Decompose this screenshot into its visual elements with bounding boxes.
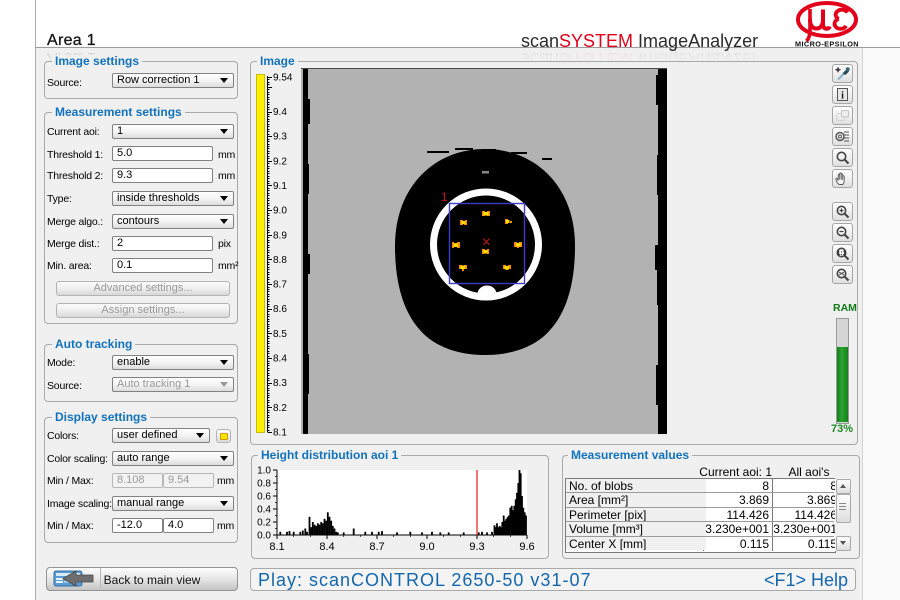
svg-text:8.1: 8.1 [269,541,284,552]
svg-text:i: i [841,91,844,102]
svg-text:9.3: 9.3 [469,541,484,552]
svg-text:8.1: 8.1 [273,428,287,439]
svg-text:9.0: 9.0 [273,206,287,217]
svg-text:9.54: 9.54 [273,73,293,84]
svg-text:8.7: 8.7 [369,541,384,552]
svg-text:0.2: 0.2 [257,518,271,529]
svg-text:1:1: 1:1 [837,250,847,257]
svg-text:8.7: 8.7 [273,280,287,291]
svg-text:1: 1 [441,190,448,204]
svg-text:8.8: 8.8 [273,255,287,266]
svg-text:8.6: 8.6 [273,304,287,315]
svg-text:1.0: 1.0 [257,466,271,477]
svg-text:9.1: 9.1 [273,181,287,192]
svg-text:0.8: 0.8 [257,479,271,490]
svg-text:8.4: 8.4 [273,354,287,365]
svg-text:9.6: 9.6 [519,541,534,552]
svg-text:0.4: 0.4 [257,505,271,516]
svg-text:8.4: 8.4 [319,541,334,552]
svg-text:9.4: 9.4 [273,107,287,118]
svg-text:8.9: 8.9 [273,230,287,241]
svg-text:0.0: 0.0 [257,531,271,542]
svg-text:0.6: 0.6 [257,492,271,503]
svg-text:9.0: 9.0 [419,541,434,552]
svg-text:9.3: 9.3 [273,132,287,143]
svg-text:8.3: 8.3 [273,378,287,389]
svg-text:9.2: 9.2 [273,156,287,167]
svg-text:8.5: 8.5 [273,329,287,340]
svg-text:8.2: 8.2 [273,403,287,414]
